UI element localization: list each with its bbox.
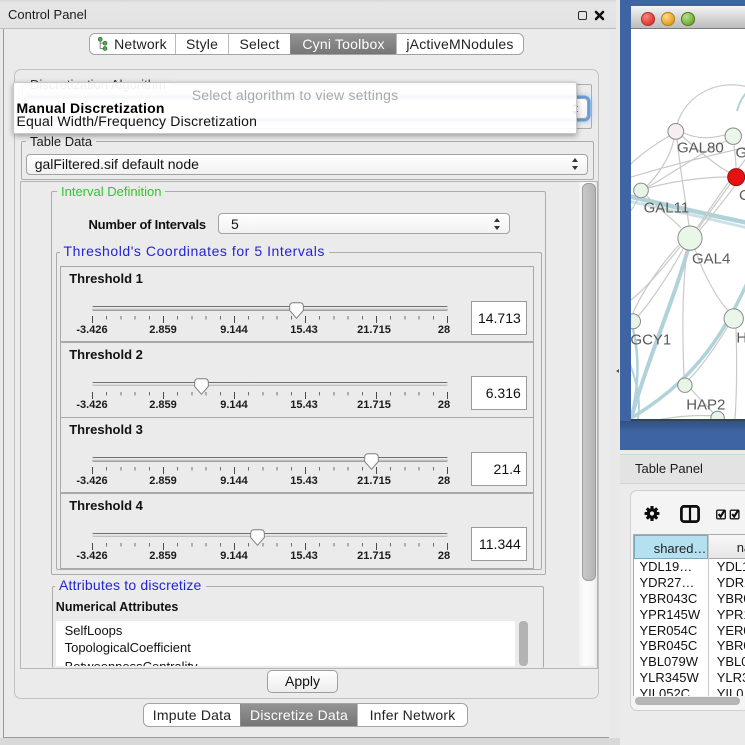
- svg-text:HAP2: HAP2: [686, 397, 725, 414]
- svg-text:GAL80: GAL80: [677, 140, 724, 157]
- svg-text:CY: CY: [739, 187, 745, 204]
- svg-text:H: H: [736, 330, 745, 347]
- svg-text:GCY1: GCY1: [631, 332, 671, 349]
- svg-text:GAL4: GAL4: [692, 251, 730, 268]
- svg-text:GAL2: GAL2: [736, 145, 745, 162]
- svg-text:GAL11: GAL11: [644, 199, 690, 216]
